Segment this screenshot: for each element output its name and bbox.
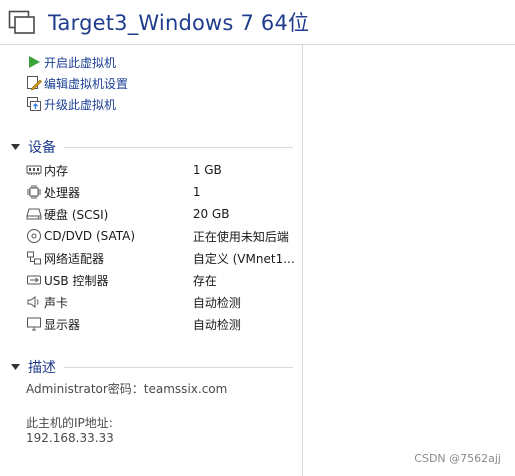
device-row-processor[interactable]: 处理器 1 (26, 183, 296, 201)
device-value: 自动检测 (192, 295, 241, 310)
device-value: 自动检测 (192, 317, 241, 332)
device-value: 自定义 (VMnet1... (192, 251, 295, 266)
device-name: 处理器 (44, 185, 81, 200)
device-row-memory[interactable]: 内存 1 GB (26, 161, 296, 179)
description-heading-rule (64, 367, 293, 368)
cd-dvd-icon (26, 228, 42, 244)
device-value: 20 GB (192, 207, 230, 221)
device-row-display[interactable]: 显示器 自动检测 (26, 315, 296, 333)
device-row-usb-controller[interactable]: USB 控制器 存在 (26, 271, 296, 289)
device-name: 内存 (44, 163, 69, 178)
watermark: CSDN @7562ajj (414, 452, 501, 465)
edit-settings-icon (26, 75, 42, 91)
device-row-sound-card[interactable]: 声卡 自动检测 (26, 293, 296, 311)
memory-icon (26, 162, 42, 178)
devices-heading-rule (64, 147, 293, 148)
upgrade-icon (26, 96, 42, 112)
usb-icon (26, 272, 42, 288)
host-ip-value: 192.168.33.33 (26, 431, 114, 445)
device-value: 正在使用未知后端 (192, 229, 289, 244)
power-on-vm-link[interactable]: 开启此虚拟机 (26, 53, 116, 71)
description-heading: 描述 (28, 360, 56, 376)
edit-vm-settings-link[interactable]: 编辑虚拟机设置 (26, 74, 128, 92)
play-icon (26, 54, 42, 70)
device-row-cd-dvd[interactable]: CD/DVD (SATA) 正在使用未知后端 (26, 227, 296, 245)
power-on-label: 开启此虚拟机 (44, 55, 117, 70)
device-name: 网络适配器 (44, 251, 105, 266)
upgrade-label: 升级此虚拟机 (44, 97, 117, 112)
device-value: 1 GB (192, 163, 222, 177)
devices-heading: 设备 (28, 140, 56, 156)
device-name: CD/DVD (SATA) (44, 229, 136, 243)
edit-settings-label: 编辑虚拟机设置 (44, 76, 129, 91)
collapse-arrow-icon[interactable] (10, 142, 20, 152)
network-adapter-icon (26, 250, 42, 266)
virtual-machine-icon (8, 10, 36, 36)
processor-icon (26, 184, 42, 200)
monitor-icon (26, 316, 42, 332)
collapse-arrow-icon[interactable] (10, 362, 20, 372)
hard-disk-icon (26, 206, 42, 222)
upgrade-vm-link[interactable]: 升级此虚拟机 (26, 95, 116, 113)
device-value: 1 (192, 185, 201, 199)
vm-title: Target3_Windows 7 64位 (48, 11, 310, 35)
title-bar: Target3_Windows 7 64位 (0, 0, 515, 44)
device-value: 存在 (192, 273, 217, 288)
host-ip-label: 此主机的IP地址: (26, 416, 113, 430)
device-name: USB 控制器 (44, 273, 109, 288)
device-name: 显示器 (44, 317, 81, 332)
device-row-network-adapter[interactable]: 网络适配器 自定义 (VMnet1... (26, 249, 296, 267)
devices-section-header: 设备 (10, 137, 56, 157)
device-name: 声卡 (44, 295, 69, 310)
device-row-hard-disk[interactable]: 硬盘 (SCSI) 20 GB (26, 205, 296, 223)
pane-divider (302, 45, 303, 476)
admin-password-text: Administrator密码：teamssix.com (26, 382, 228, 396)
speaker-icon (26, 294, 42, 310)
device-name: 硬盘 (SCSI) (44, 207, 109, 222)
description-section-header: 描述 (10, 357, 56, 377)
